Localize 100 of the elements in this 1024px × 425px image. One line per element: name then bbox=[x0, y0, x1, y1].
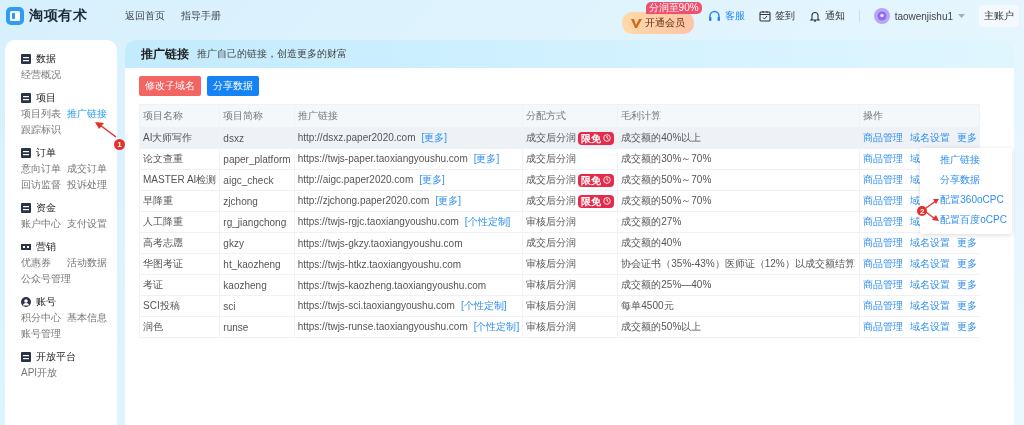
distribution-text: 审核后分润 bbox=[526, 257, 577, 271]
action-link[interactable]: 商品管理 bbox=[862, 152, 903, 166]
vip-button[interactable]: 开通会员 bbox=[621, 12, 694, 34]
section-icon bbox=[21, 203, 31, 213]
table-cell: ht_kaozheng bbox=[219, 253, 295, 275]
sidebar-item[interactable]: 跟踪标识 bbox=[21, 123, 67, 137]
avatar-icon bbox=[873, 8, 890, 24]
action-button[interactable]: 分享数据 bbox=[207, 76, 259, 96]
distribution-text: 审核后分润 bbox=[526, 320, 577, 334]
sidebar-item[interactable]: 积分中心 bbox=[21, 311, 67, 325]
table-cell: 早降重 bbox=[139, 190, 220, 212]
sidebar-section-title: 账号 bbox=[36, 295, 56, 309]
toolbar-link[interactable]: 客服 bbox=[707, 9, 745, 23]
person-icon bbox=[21, 297, 31, 307]
action-link[interactable]: 商品管理 bbox=[862, 257, 903, 271]
action-link[interactable]: 域名设置 bbox=[909, 320, 950, 334]
table-cell: 成交额的40%以上 bbox=[617, 127, 859, 149]
sidebar-item[interactable]: 意向订单 bbox=[21, 162, 67, 176]
action-link[interactable]: 域名设置 bbox=[909, 236, 950, 250]
action-link[interactable]: 商品管理 bbox=[862, 236, 903, 250]
username: taowenjishu1 bbox=[894, 10, 953, 22]
v-icon bbox=[630, 18, 642, 28]
sidebar-section-title: 数据 bbox=[36, 52, 56, 66]
toolbar-link[interactable]: 签到 bbox=[758, 9, 795, 23]
table-cell: 协会证书（35%-43%）医师证（12%）以成交额结算 bbox=[617, 253, 859, 275]
action-link[interactable]: 域 bbox=[909, 194, 920, 208]
action-link[interactable]: 域 bbox=[909, 152, 920, 166]
logo-icon bbox=[5, 6, 25, 26]
more-link[interactable]: [更多] bbox=[421, 132, 448, 143]
caret-icon[interactable] bbox=[958, 13, 965, 19]
distribution-text: 审核后分润 bbox=[526, 278, 577, 292]
column-header: 推广链接 bbox=[294, 104, 523, 128]
table-cell: SCI投稿 bbox=[139, 295, 220, 317]
menu-item[interactable]: 推广链接 bbox=[940, 154, 1007, 166]
action-link[interactable]: 域名设置 bbox=[909, 278, 950, 292]
action-link[interactable]: 域名设置 bbox=[909, 299, 950, 313]
distribution-text: 成交后分润 bbox=[526, 131, 577, 145]
menu-item[interactable]: 配置百度oCPC bbox=[940, 214, 1007, 226]
action-link[interactable]: 商品管理 bbox=[862, 131, 903, 145]
action-link[interactable]: 域 bbox=[909, 173, 920, 187]
action-link[interactable]: 域名设置 bbox=[909, 131, 950, 145]
table-cell: AI大师写作 bbox=[139, 127, 220, 149]
action-link[interactable]: 商品管理 bbox=[862, 320, 903, 334]
sidebar-section-title: 项目 bbox=[36, 91, 56, 105]
sidebar-item[interactable]: 活动数据 bbox=[67, 256, 113, 270]
sidebar-item[interactable]: 项目列表 bbox=[21, 107, 67, 121]
table-cell: kaozheng bbox=[219, 274, 295, 296]
section-icon bbox=[21, 352, 31, 362]
action-link[interactable]: 商品管理 bbox=[862, 173, 903, 187]
action-link[interactable]: 更多 bbox=[956, 320, 977, 334]
nav-link[interactable]: 指导手册 bbox=[181, 9, 221, 23]
table-cell: aigc_check bbox=[219, 169, 295, 191]
column-header: 项目简称 bbox=[219, 104, 295, 128]
sidebar-item[interactable]: 账号管理 bbox=[21, 327, 67, 341]
sidebar-item[interactable]: 推广链接 bbox=[67, 107, 113, 121]
more-link[interactable]: [个性定制] bbox=[473, 321, 520, 332]
table-cell: 成交额的50%～70% bbox=[617, 190, 859, 212]
menu-item[interactable]: 配置360oCPC bbox=[940, 194, 1007, 206]
more-link[interactable]: [更多] bbox=[435, 195, 461, 206]
action-button[interactable]: 修改子域名 bbox=[139, 76, 201, 96]
table-cell: 每单4500元 bbox=[617, 295, 859, 317]
nav-link[interactable]: 返回首页 bbox=[125, 9, 165, 23]
table-cell: 润色 bbox=[139, 316, 220, 338]
sidebar-item[interactable]: 支付设置 bbox=[67, 217, 113, 231]
sidebar-item[interactable]: 成交订单 bbox=[67, 162, 113, 176]
action-link[interactable]: 商品管理 bbox=[862, 215, 903, 229]
action-link[interactable]: 商品管理 bbox=[862, 299, 903, 313]
toolbar-link[interactable]: 通知 bbox=[808, 9, 845, 23]
more-link[interactable]: [更多] bbox=[473, 153, 500, 164]
action-link[interactable]: 域名设置 bbox=[909, 257, 950, 271]
action-link[interactable]: 更多 bbox=[956, 278, 977, 292]
action-link[interactable]: 更多 bbox=[956, 236, 977, 250]
action-link[interactable]: 商品管理 bbox=[862, 278, 903, 292]
account-button[interactable]: 主账户 bbox=[979, 5, 1019, 27]
action-link[interactable]: 域 bbox=[909, 215, 920, 229]
sidebar-item[interactable]: 账户中心 bbox=[21, 217, 67, 231]
more-link[interactable]: [更多] bbox=[419, 174, 445, 185]
sidebar-item[interactable]: 基本信息 bbox=[67, 311, 113, 325]
menu-item[interactable]: 分享数据 bbox=[940, 174, 1007, 186]
promo-url: http://aigc.paper2020.com bbox=[297, 174, 414, 185]
sidebar-item[interactable]: 优惠券 bbox=[21, 256, 67, 270]
sidebar-item[interactable]: 经营概况 bbox=[21, 68, 67, 82]
sidebar-item[interactable]: 回访监督 bbox=[21, 178, 67, 192]
sidebar-item[interactable]: 投诉处理 bbox=[67, 178, 113, 192]
sidebar-section-title: 资金 bbox=[36, 201, 56, 215]
sidebar-item[interactable]: API开放 bbox=[21, 366, 67, 380]
table-cell: 高考志愿 bbox=[139, 232, 220, 254]
table-cell: runse bbox=[219, 316, 295, 338]
headset-icon bbox=[707, 9, 721, 23]
more-link[interactable]: [个性定制] bbox=[460, 300, 507, 311]
action-link[interactable]: 更多 bbox=[956, 131, 977, 145]
more-link[interactable]: [个性定制] bbox=[464, 216, 511, 227]
action-link[interactable]: 更多 bbox=[956, 299, 977, 313]
promo-url: https://twjs-kaozheng.taoxiangyoushu.com bbox=[297, 279, 487, 291]
table-cell: gkzy bbox=[219, 232, 295, 254]
table-cell: zjchong bbox=[219, 190, 295, 212]
promo-url: https://twjs-htkz.taoxiangyoushu.com bbox=[297, 258, 462, 270]
action-link[interactable]: 更多 bbox=[956, 257, 977, 271]
action-link[interactable]: 商品管理 bbox=[862, 194, 903, 208]
promo-url: http://zjchong.paper2020.com bbox=[297, 195, 430, 206]
